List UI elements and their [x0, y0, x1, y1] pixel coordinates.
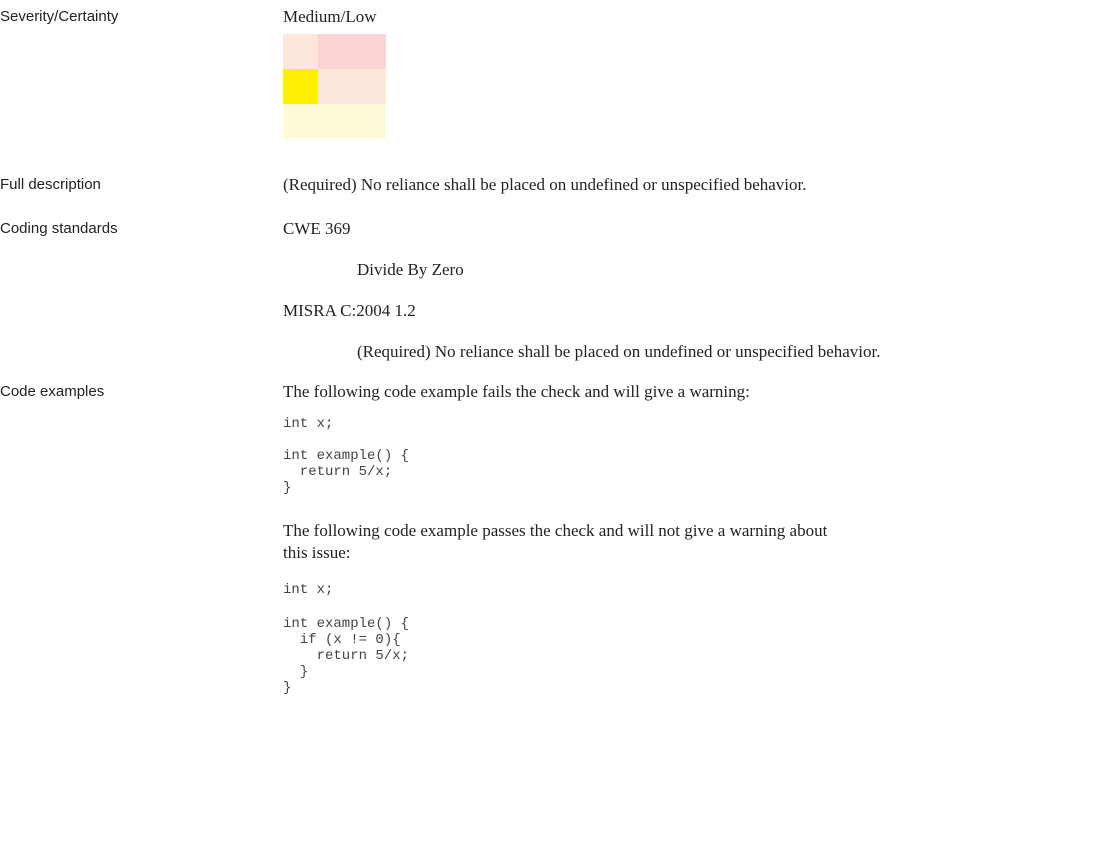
full-description-label: Full description [0, 176, 101, 193]
standard-description-cwe: Divide By Zero [357, 260, 464, 279]
matrix-cell [318, 69, 352, 104]
pass-code-declaration: int x; [283, 582, 334, 598]
pass-code-function: int example() { if (x != 0){ return 5/x;… [283, 616, 410, 696]
severity-certainty-label: Severity/Certainty [0, 8, 119, 25]
fail-example-intro: The following code example fails the che… [283, 382, 750, 401]
fail-code-function: int example() { return 5/x; } [283, 448, 410, 496]
matrix-cell [318, 34, 352, 69]
matrix-cell [352, 69, 386, 104]
standard-name-misra: MISRA C:2004 1.2 [283, 301, 416, 320]
pass-example-intro: The following code example passes the ch… [283, 521, 828, 562]
matrix-cell [283, 104, 318, 139]
severity-certainty-matrix [283, 34, 386, 139]
severity-certainty-value: Medium/Low [283, 7, 377, 26]
standard-description-misra: (Required) No reliance shall be placed o… [357, 342, 881, 361]
fail-code-declaration: int x; [283, 416, 334, 432]
matrix-cell [352, 104, 386, 139]
standard-name-cwe: CWE 369 [283, 219, 351, 238]
full-description-text: (Required) No reliance shall be placed o… [283, 175, 807, 194]
matrix-cell [283, 69, 318, 104]
matrix-cell [283, 34, 318, 69]
code-examples-label: Code examples [0, 383, 105, 400]
coding-standards-label: Coding standards [0, 220, 118, 237]
matrix-cell [318, 104, 352, 139]
matrix-cell [352, 34, 386, 69]
